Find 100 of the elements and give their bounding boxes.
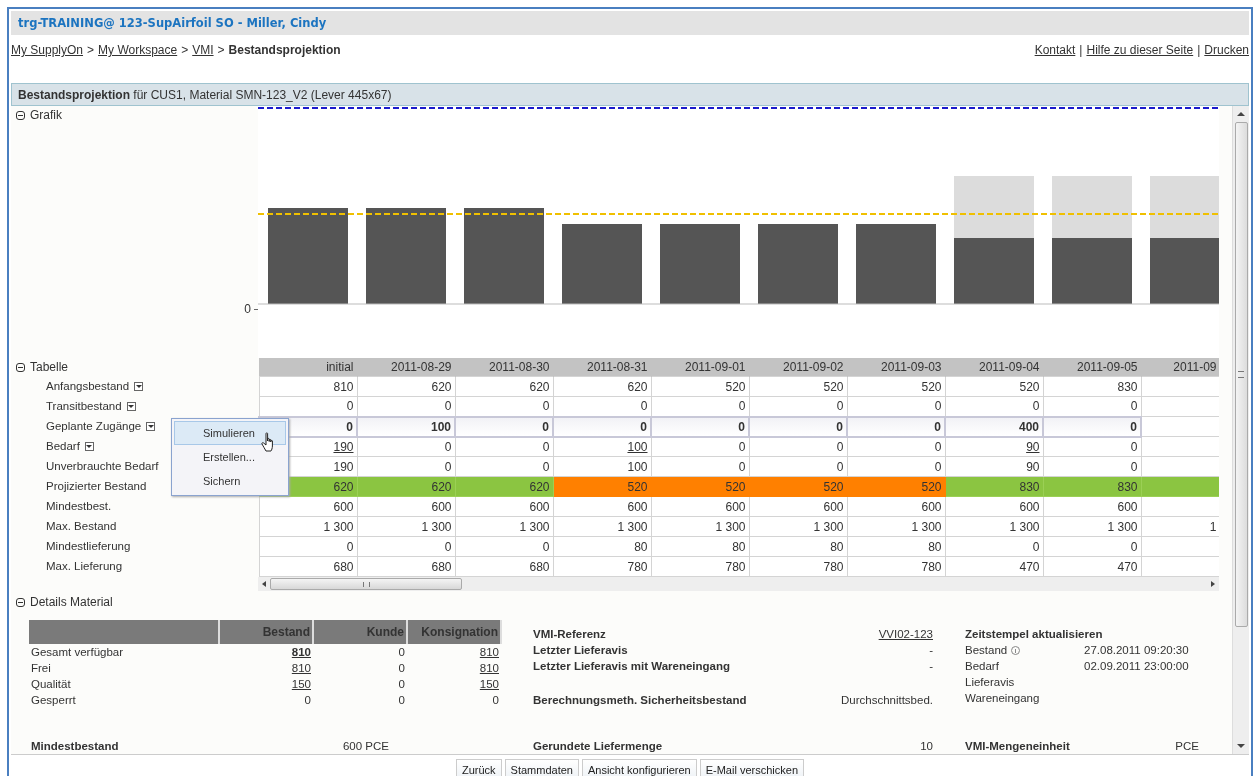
field-label: VMI-Referenz xyxy=(533,628,606,640)
field-value: Durchschnittsbed. xyxy=(840,694,933,706)
column-header: 2011-08-29 xyxy=(357,358,455,377)
header-link[interactable]: Kontakt xyxy=(1034,43,1076,57)
table-cell: 0 xyxy=(313,644,407,661)
breadcrumb-link[interactable]: VMI xyxy=(192,43,214,57)
table-cell: 1 300 xyxy=(259,516,357,537)
row-label: Geplante Zugänge xyxy=(46,420,142,432)
column-header: 2011-09-02 xyxy=(749,358,847,377)
breadcrumb-link[interactable]: My SupplyOn xyxy=(11,43,84,57)
quantity-link[interactable]: 150 xyxy=(479,678,499,691)
table-cell-text: 0 xyxy=(303,693,312,708)
action-button[interactable]: Ansicht konfigurieren xyxy=(581,759,697,776)
column-header: 2011-09-05 xyxy=(1043,358,1141,377)
field-value: - xyxy=(929,660,933,672)
quantity-field[interactable]: 0 xyxy=(455,416,553,437)
dropdown-icon[interactable] xyxy=(126,401,136,411)
quantity-link[interactable]: 190 xyxy=(333,439,354,454)
column-header: 2011-09-03 xyxy=(847,358,945,377)
vertical-scrollbar[interactable] xyxy=(1232,106,1249,754)
row-label: Bedarf xyxy=(46,440,80,452)
table-cell-text: 0 xyxy=(397,677,406,692)
breadcrumb-link[interactable]: My Workspace xyxy=(98,43,178,57)
window-title: trg-TRAINING@ 123-SupAirfoil SO - Miller, Cindy xyxy=(18,16,327,30)
field-label: Lieferavis xyxy=(965,676,1015,688)
field-label: VMI-Mengeneinheit xyxy=(965,740,1070,752)
field-label: Letzter Lieferavis mit Wareneingang xyxy=(533,660,731,672)
table-cell: 600 xyxy=(259,496,357,517)
field-value: PCE xyxy=(1175,740,1199,752)
row-label: Unverbrauchte Bedarf xyxy=(46,460,159,472)
field-value: 600 PCE xyxy=(342,740,389,752)
section-title: Tabelle xyxy=(30,360,69,374)
table-cell-text: 0 xyxy=(397,693,406,708)
row-label: Max. Bestand xyxy=(46,520,117,532)
table-cell: 0 xyxy=(259,536,357,557)
header-link[interactable]: Hilfe zu dieser Seite xyxy=(1086,43,1194,57)
field-value: - xyxy=(929,644,933,656)
table-cell: 520 xyxy=(847,376,945,397)
field-value: 27.08.2011 09:20:30 xyxy=(1084,644,1190,656)
link-separator: | xyxy=(1197,43,1201,57)
row-label: Qualität xyxy=(30,677,72,692)
quantity-field[interactable]: 400 xyxy=(945,416,1043,437)
breadcrumb-separator: > xyxy=(87,43,95,57)
field-label: Berechnungsmeth. Sicherheitsbestand xyxy=(533,694,747,706)
field-value: 10 xyxy=(920,740,933,752)
quantity-link[interactable]: 810 xyxy=(291,646,311,659)
quantity-field[interactable]: 100 xyxy=(357,416,455,437)
table-cell: 680 xyxy=(259,556,357,577)
quantity-link[interactable]: 810 xyxy=(479,646,499,659)
row-label: Gesamt verfügbar xyxy=(29,644,219,661)
action-button[interactable]: Zurück xyxy=(455,759,502,776)
table-cell-text: 0 xyxy=(491,693,500,708)
breadcrumb-separator: > xyxy=(217,43,225,57)
table-cell: 620 xyxy=(553,376,651,397)
dropdown-icon[interactable] xyxy=(84,441,94,451)
field-label: Bestand xyxy=(965,644,1008,656)
field-label: Bedarf xyxy=(965,660,999,672)
action-button[interactable]: Stammdaten xyxy=(504,759,579,776)
field-label: Mindestbestand xyxy=(31,740,119,752)
table-cell: 520 xyxy=(651,376,749,397)
table-cell: 810 xyxy=(259,376,357,397)
row-label: Frei xyxy=(30,661,52,677)
quantity-link[interactable]: 150 xyxy=(291,678,311,691)
panel-title: Bestandsprojektion für CUS1, Material SMN-123_V2 (Lever 445x67) xyxy=(18,87,392,102)
quantity-link[interactable]: 100 xyxy=(627,439,648,454)
quantity-link[interactable]: 810 xyxy=(291,662,311,675)
collapse-icon[interactable] xyxy=(16,110,25,120)
dropdown-icon[interactable] xyxy=(146,421,156,431)
menu-item[interactable]: Simulieren xyxy=(174,421,286,445)
row-label: Gesperrt xyxy=(30,693,77,708)
column-header: Bestand xyxy=(219,620,313,645)
table-cell: 520 xyxy=(749,376,847,397)
table-cell: 620 xyxy=(455,376,553,397)
action-button[interactable]: E-Mail verschicken xyxy=(699,759,804,776)
column-header: initial xyxy=(259,358,357,377)
axis-tick-label: 0 xyxy=(244,302,251,316)
table-cell: 0 xyxy=(259,396,357,417)
quantity-field[interactable]: 0 xyxy=(847,416,945,437)
column-header: 2011-09-01 xyxy=(651,358,749,377)
column-header: 2011-09 xyxy=(1141,358,1219,377)
collapse-icon[interactable] xyxy=(16,597,25,607)
row-label: Mindestlieferung xyxy=(46,540,131,552)
column-header: Konsignation xyxy=(407,620,501,645)
row-label: Max. Lieferung xyxy=(46,560,123,572)
quantity-field[interactable]: 0 xyxy=(1043,416,1141,437)
horizontal-scrollbar[interactable] xyxy=(258,577,1219,591)
table-cell: 620 xyxy=(357,376,455,397)
quantity-field[interactable]: 0 xyxy=(651,416,749,437)
collapse-icon[interactable] xyxy=(16,362,25,372)
header-link[interactable]: Drucken xyxy=(1204,43,1249,57)
table-cell: 830 xyxy=(1043,376,1141,397)
quantity-link[interactable]: 90 xyxy=(1026,439,1040,454)
column-header: 2011-08-31 xyxy=(553,358,651,377)
quantity-field[interactable]: 0 xyxy=(553,416,651,437)
reference-link[interactable]: VVI02-123 xyxy=(878,628,933,640)
quantity-link[interactable]: 810 xyxy=(479,662,499,675)
section-title: Grafik xyxy=(30,108,62,122)
dropdown-icon[interactable] xyxy=(134,381,144,391)
field-label: Gerundete Liefermenge xyxy=(533,740,663,752)
quantity-field[interactable]: 0 xyxy=(749,416,847,437)
